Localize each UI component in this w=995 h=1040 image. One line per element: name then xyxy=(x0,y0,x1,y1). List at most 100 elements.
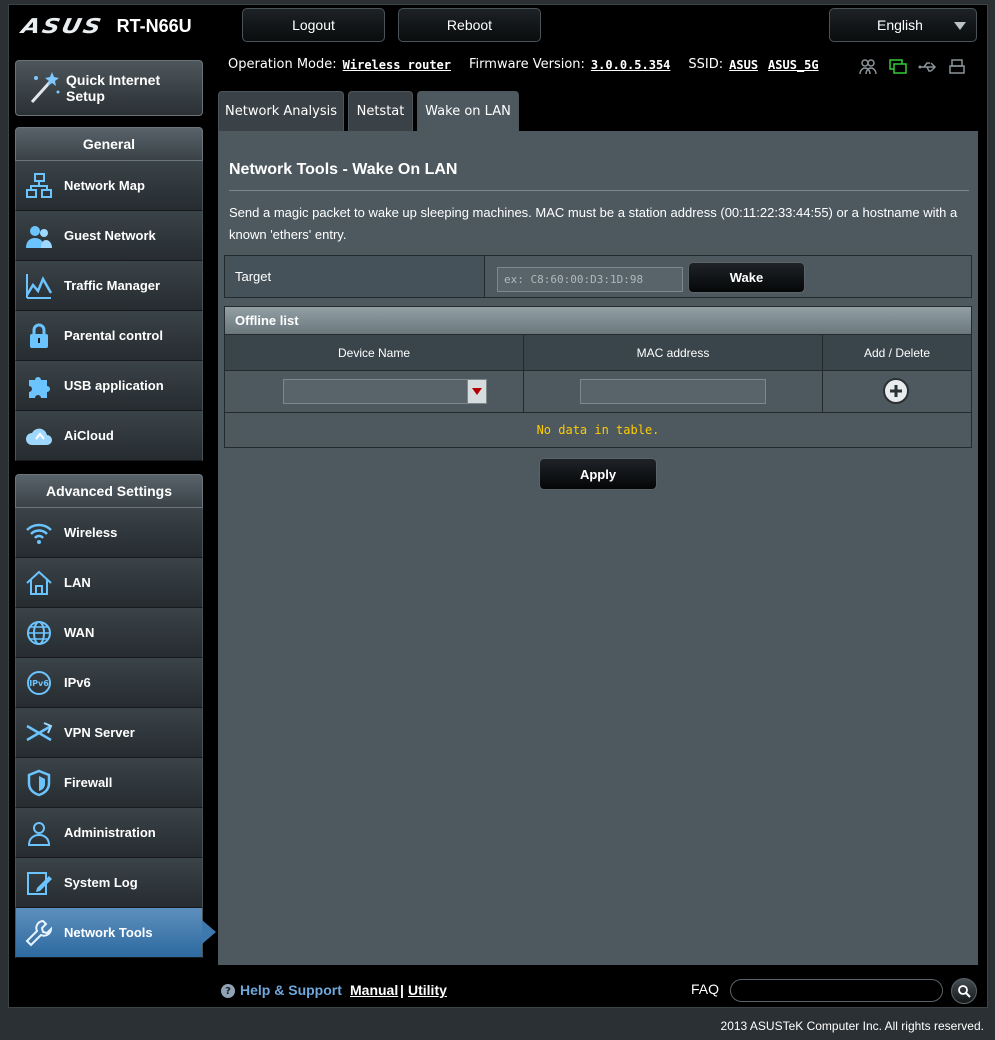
sidebar-item-ipv6[interactable]: IPv6 IPv6 xyxy=(15,658,203,708)
target-input[interactable]: ex: C8:60:00:D3:1D:98 xyxy=(497,267,683,292)
sidebar-item-parental-control[interactable]: Parental control xyxy=(15,311,203,361)
operation-mode-link[interactable]: Wireless router xyxy=(343,58,451,72)
sidebar-item-network-map[interactable]: Network Map xyxy=(15,161,203,211)
firmware-link[interactable]: 3.0.0.5.354 xyxy=(591,58,670,72)
sidebar-item-traffic-manager[interactable]: Traffic Manager xyxy=(15,261,203,311)
tab-network-analysis[interactable]: Network Analysis xyxy=(218,91,344,131)
usb-icon[interactable] xyxy=(918,58,938,76)
sidebar-item-aicloud[interactable]: AiCloud xyxy=(15,411,203,461)
column-device-name: Device Name xyxy=(225,335,524,370)
page-title: Network Tools - Wake On LAN xyxy=(229,161,458,178)
model-name: RT-N66U xyxy=(116,15,192,36)
chevron-down-icon xyxy=(954,22,966,30)
globe-icon xyxy=(22,616,56,650)
home-icon xyxy=(22,566,56,600)
sidebar-item-label: IPv6 xyxy=(64,675,91,690)
table-header: Device Name MAC address Add / Delete xyxy=(224,335,972,370)
quick-setup-label: Quick Internet Setup xyxy=(66,72,161,104)
sidebar-item-label: WAN xyxy=(64,625,95,640)
sidebar-item-network-tools[interactable]: Network Tools xyxy=(15,908,216,958)
faq-search-input[interactable] xyxy=(730,979,943,1002)
language-select[interactable]: English xyxy=(829,8,977,42)
mac-address-cell xyxy=(524,371,823,412)
wifi-icon xyxy=(22,516,56,550)
language-label: English xyxy=(877,17,923,33)
printer-icon[interactable] xyxy=(948,58,968,76)
sidebar-item-label: LAN xyxy=(64,575,91,590)
brand-logo: ASUS RT-N66U xyxy=(19,12,192,40)
sidebar-item-label: AiCloud xyxy=(64,428,114,443)
network-map-icon xyxy=(22,169,56,203)
sidebar-item-lan[interactable]: LAN xyxy=(15,558,203,608)
sidebar-item-system-log[interactable]: System Log xyxy=(15,858,203,908)
sidebar-item-label: Traffic Manager xyxy=(64,278,161,293)
utility-link[interactable]: Utility xyxy=(408,982,447,998)
add-icon[interactable] xyxy=(883,378,909,404)
sidebar-item-label: Wireless xyxy=(64,525,118,540)
offline-list-table: Offline list Device Name MAC address Add… xyxy=(224,306,972,448)
device-name-select[interactable] xyxy=(283,379,487,404)
sidebar-item-usb-application[interactable]: USB application xyxy=(15,361,203,411)
sidebar-item-label: USB application xyxy=(64,378,164,393)
sidebar-item-firewall[interactable]: Firewall xyxy=(15,758,203,808)
sidebar-item-label: Guest Network xyxy=(64,228,156,243)
tab-netstat[interactable]: Netstat xyxy=(348,91,413,131)
footer-separator: | xyxy=(400,982,404,998)
offline-list-title: Offline list xyxy=(224,306,972,335)
vpn-icon xyxy=(22,716,56,750)
target-value-cell: ex: C8:60:00:D3:1D:98 Wake xyxy=(485,256,971,297)
user-icon xyxy=(22,816,56,850)
general-menu: General Network Map Guest Network Traffic … xyxy=(15,127,203,461)
sidebar-item-label: Network Tools xyxy=(64,925,153,940)
quick-internet-setup-button[interactable]: Quick Internet Setup xyxy=(15,60,203,116)
help-icon: ? xyxy=(221,984,235,998)
shield-icon xyxy=(22,766,56,800)
tab-wake-on-lan[interactable]: Wake on LAN xyxy=(417,91,519,131)
main-panel: Network Tools - Wake On LAN Send a magic… xyxy=(218,131,978,965)
advanced-menu: Advanced Settings Wireless LAN WAN IPv6 IPv6… xyxy=(15,474,216,958)
ssid-link-5g[interactable]: ASUS_5G xyxy=(768,58,819,72)
sidebar-item-wan[interactable]: WAN xyxy=(15,608,203,658)
dropdown-arrow-icon xyxy=(467,380,486,403)
traffic-manager-icon xyxy=(22,269,56,303)
clients-icon[interactable] xyxy=(858,58,878,76)
sidebar-item-label: Administration xyxy=(64,825,156,840)
logout-button[interactable]: Logout xyxy=(242,8,385,42)
column-add-delete: Add / Delete xyxy=(863,345,931,360)
svg-text:IPv6: IPv6 xyxy=(29,679,49,688)
mac-address-input[interactable] xyxy=(580,379,766,404)
copyright-text: 2013 ASUSTeK Computer Inc. All rights re… xyxy=(720,1019,984,1033)
advanced-menu-title: Advanced Settings xyxy=(15,474,203,508)
ssid-link-24g[interactable]: ASUS xyxy=(729,58,758,72)
status-icons xyxy=(858,58,968,76)
sidebar-item-label: System Log xyxy=(64,875,138,890)
ssid-label: SSID: xyxy=(688,57,724,72)
apply-button[interactable]: Apply xyxy=(539,458,657,490)
add-delete-cell xyxy=(823,371,971,412)
sidebar-item-label: Firewall xyxy=(64,775,113,790)
column-mac-address: MAC address xyxy=(524,335,823,370)
reboot-button[interactable]: Reboot xyxy=(398,8,541,42)
operation-mode-label: Operation Mode: xyxy=(228,57,337,72)
general-menu-title: General xyxy=(15,127,203,161)
asus-logo: ASUS xyxy=(19,14,106,38)
log-icon xyxy=(22,866,56,900)
cloud-icon xyxy=(22,419,56,453)
sidebar-item-guest-network[interactable]: Guest Network xyxy=(15,211,203,261)
sidebar-item-vpn-server[interactable]: VPN Server xyxy=(15,708,203,758)
wrench-icon xyxy=(22,916,56,950)
sidebar-item-administration[interactable]: Administration xyxy=(15,808,203,858)
magic-wand-icon xyxy=(24,68,64,108)
page-description: Send a magic packet to wake up sleeping … xyxy=(229,205,958,242)
add-row xyxy=(224,370,972,413)
device-name-cell xyxy=(225,371,524,412)
network-status-icon[interactable] xyxy=(888,58,908,76)
sidebar-item-wireless[interactable]: Wireless xyxy=(15,508,203,558)
search-icon[interactable] xyxy=(951,978,977,1004)
puzzle-icon xyxy=(22,369,56,403)
sidebar-item-label: Network Map xyxy=(64,178,145,193)
title-divider xyxy=(229,190,969,191)
manual-link[interactable]: Manual xyxy=(350,982,398,998)
sidebar-item-label: Parental control xyxy=(64,328,163,343)
wake-button[interactable]: Wake xyxy=(688,262,805,293)
